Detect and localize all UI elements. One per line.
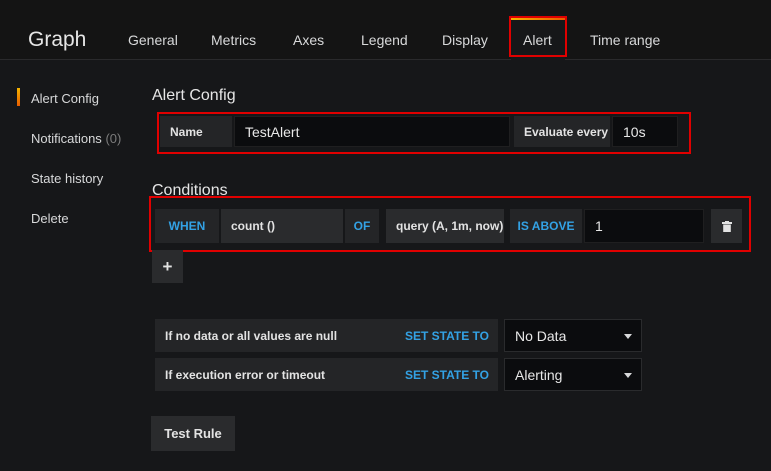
threshold-input[interactable]: 1 (584, 209, 704, 243)
tab-metrics[interactable]: Metrics (211, 32, 256, 48)
error-state-value: Alerting (515, 366, 563, 383)
name-input[interactable]: TestAlert (234, 116, 510, 147)
query-select[interactable]: query (A, 1m, now) (386, 209, 504, 243)
add-condition-button[interactable]: + (152, 250, 183, 283)
no-data-rule-label: If no data or all values are null (165, 328, 338, 343)
no-data-set-state-label: SET STATE TO (404, 328, 489, 343)
panel-header: Graph General Metrics Axes Legend Displa… (0, 0, 771, 60)
tab-legend[interactable]: Legend (361, 32, 408, 48)
tab-display[interactable]: Display (442, 32, 488, 48)
no-data-state-select[interactable]: No Data (504, 319, 642, 352)
of-keyword: OF (345, 209, 379, 243)
no-data-state-value: No Data (515, 327, 567, 344)
test-rule-button[interactable]: Test Rule (151, 416, 235, 451)
sidebar-item-label: Notifications (31, 131, 102, 146)
notification-count: (0) (105, 131, 122, 146)
trash-icon (721, 220, 732, 232)
error-set-state-label: SET STATE TO (404, 367, 489, 382)
chevron-down-icon (624, 372, 632, 378)
tab-alert-highlight (509, 16, 567, 57)
when-keyword: WHEN (155, 209, 219, 243)
evaluate-every-input[interactable]: 10s (612, 116, 678, 147)
sidebar-item-notifications[interactable]: Notifications (0) (31, 131, 121, 146)
tab-axes[interactable]: Axes (293, 32, 324, 48)
chevron-down-icon (624, 333, 632, 339)
delete-condition-button[interactable] (711, 209, 742, 243)
evaluate-every-label: Evaluate every (514, 116, 610, 147)
tab-general[interactable]: General (128, 32, 178, 48)
evaluator-select[interactable]: IS ABOVE (510, 209, 582, 243)
error-rule-row: If execution error or timeout SET STATE … (155, 358, 498, 391)
reducer-select[interactable]: count () (221, 209, 343, 243)
name-label: Name (160, 116, 232, 147)
conditions-title: Conditions (152, 182, 228, 199)
sidebar-item-state-history[interactable]: State history (31, 171, 103, 186)
sidebar-active-marker (17, 88, 20, 106)
sidebar-item-delete[interactable]: Delete (31, 211, 69, 226)
tab-time-range[interactable]: Time range (590, 32, 660, 48)
error-rule-label: If execution error or timeout (165, 367, 326, 382)
panel-title: Graph (28, 28, 87, 51)
alert-config-title: Alert Config (152, 87, 236, 104)
sidebar-item-alert-config[interactable]: Alert Config (31, 91, 99, 106)
error-state-select[interactable]: Alerting (504, 358, 642, 391)
no-data-rule-row: If no data or all values are null SET ST… (155, 319, 498, 352)
